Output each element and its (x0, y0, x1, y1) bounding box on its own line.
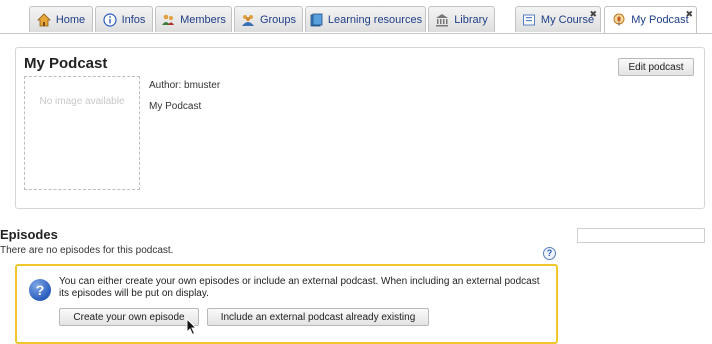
books-icon (310, 13, 323, 26)
podcast-description: My Podcast (149, 101, 202, 112)
page-title: My Podcast (24, 55, 108, 72)
info-icon (102, 12, 117, 27)
tab-home[interactable]: Home (29, 6, 93, 32)
tab-bar: Home Infos Members Groups Learning resou… (0, 0, 712, 34)
tab-groups[interactable]: Groups (234, 6, 303, 32)
tab-library[interactable]: Library (428, 6, 495, 32)
tab-members[interactable]: Members (155, 6, 232, 32)
mouse-pointer-icon (186, 318, 198, 336)
tab-label: Groups (259, 13, 297, 26)
help-icon[interactable]: ? (543, 247, 556, 260)
tab-my-course[interactable]: My Course ✖ (515, 6, 601, 32)
episodes-heading: Episodes (0, 227, 58, 242)
include-external-podcast-button[interactable]: Include an external podcast already exis… (207, 308, 429, 326)
podcast-image-placeholder: No image available (24, 76, 140, 190)
groups-icon (241, 14, 254, 26)
podcast-icon (613, 13, 625, 26)
tab-label: Library (454, 13, 488, 26)
close-icon[interactable]: ✖ (589, 9, 597, 20)
tab-learning-resources[interactable]: Learning resources (305, 6, 426, 32)
create-episode-button[interactable]: Create your own episode (59, 308, 199, 326)
podcast-panel: My Podcast No image available Author: bm… (15, 47, 705, 209)
tab-label: Home (55, 13, 86, 26)
question-icon: ? (29, 279, 51, 301)
sidebar-box (577, 228, 705, 243)
tab-infos[interactable]: Infos (95, 6, 153, 32)
tab-label: My Course (540, 13, 595, 26)
members-icon (162, 14, 175, 25)
course-icon (522, 14, 535, 25)
close-icon[interactable]: ✖ (685, 9, 693, 20)
tab-label: Learning resources (327, 13, 423, 26)
tab-label: Infos (121, 13, 146, 26)
library-icon (436, 13, 449, 26)
tab-my-podcast[interactable]: My Podcast ✖ (604, 6, 697, 33)
tab-label: Members (180, 13, 226, 26)
edit-podcast-button[interactable]: Edit podcast (618, 58, 694, 76)
home-icon (36, 12, 51, 26)
podcast-author: Author: bmuster (149, 80, 221, 91)
episodes-info-box: ? You can either create your own episode… (15, 264, 558, 344)
tab-label: My Podcast (631, 14, 689, 26)
episodes-empty-text: There are no episodes for this podcast. (0, 245, 174, 256)
episodes-info-text: You can either create your own episodes … (59, 276, 540, 299)
